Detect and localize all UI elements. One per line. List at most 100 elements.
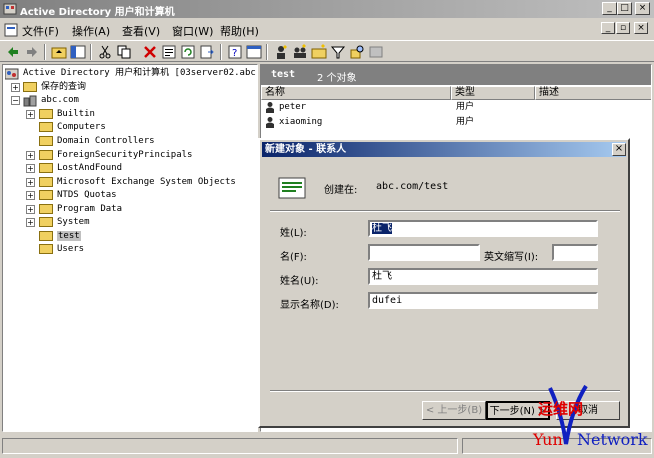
- up-folder-icon[interactable]: [51, 44, 67, 60]
- expand-fsp-icon[interactable]: +: [26, 151, 35, 160]
- forward-icon[interactable]: [24, 44, 40, 60]
- expand-ntds-quotas-icon[interactable]: +: [26, 191, 35, 200]
- tree-item-label: abc.com: [41, 95, 79, 105]
- filter-icon[interactable]: [330, 44, 346, 60]
- refresh-icon[interactable]: [180, 44, 196, 60]
- toolbar: ?: [0, 40, 654, 62]
- tree-root[interactable]: Active Directory 用户和计算机 [03server02.abc: [4, 67, 256, 80]
- svg-text:?: ?: [232, 48, 237, 59]
- expand-program-data-icon[interactable]: +: [26, 205, 35, 214]
- tree-item-label: ForeignSecurityPrincipals: [57, 150, 193, 160]
- tree-item-label: Users: [57, 244, 85, 254]
- menu-file[interactable]: 文件(F): [22, 23, 59, 39]
- copy-icon[interactable]: [116, 44, 132, 60]
- tree-item-foreign-security-principals[interactable]: ForeignSecurityPrincipals: [39, 149, 192, 162]
- menu-help[interactable]: 帮助(H): [220, 23, 259, 39]
- find-icon[interactable]: [349, 44, 365, 60]
- tree-item-label: Domain Controllers: [57, 136, 155, 146]
- back-button[interactable]: < 上一步(B): [422, 401, 486, 420]
- status-panel-main: [2, 438, 458, 454]
- display-name-input[interactable]: dufei: [368, 292, 598, 309]
- collapse-domain-icon[interactable]: −: [11, 96, 20, 105]
- mdi-minimize-button[interactable]: _: [601, 22, 615, 34]
- mdi-close-button[interactable]: ×: [634, 22, 648, 34]
- user-icon: [266, 101, 274, 113]
- window-title-bar[interactable]: Active Directory 用户和计算机 _ □ ×: [0, 0, 654, 18]
- tree-item-exchange-system-objects[interactable]: Microsoft Exchange System Objects: [39, 176, 236, 189]
- folder-icon: [39, 216, 53, 227]
- watermark-yun: Yun: [533, 430, 563, 449]
- show-tree-icon[interactable]: [70, 44, 86, 60]
- expand-lostandfound-icon[interactable]: +: [26, 164, 35, 173]
- tree-item-program-data[interactable]: Program Data: [39, 203, 122, 216]
- tree-item-test[interactable]: test: [39, 230, 81, 243]
- maximize-button[interactable]: □: [617, 2, 632, 15]
- tree-item-label: System: [57, 217, 90, 227]
- export-icon[interactable]: [199, 44, 215, 60]
- folder-icon: [39, 243, 53, 254]
- tree-item-system[interactable]: System: [39, 216, 90, 229]
- column-header-description[interactable]: 描述: [535, 86, 651, 100]
- folder-icon: [23, 81, 37, 92]
- row-type: 用户: [456, 117, 475, 127]
- tree-item-lost-and-found[interactable]: LostAndFound: [39, 162, 122, 175]
- toolbar-separator: [44, 44, 46, 60]
- menu-window[interactable]: 窗口(W): [172, 23, 213, 39]
- mmc-icon[interactable]: [246, 44, 262, 60]
- tree-item-label: NTDS Quotas: [57, 190, 117, 200]
- last-name-label: 姓(L):: [280, 228, 307, 239]
- close-button[interactable]: ×: [635, 2, 650, 15]
- toolbar-separator: [90, 44, 92, 60]
- cut-icon[interactable]: [97, 44, 113, 60]
- back-icon[interactable]: [5, 44, 21, 60]
- tree-item-users[interactable]: Users: [39, 243, 84, 256]
- minimize-button[interactable]: _: [602, 2, 617, 15]
- list-row-xiaoming[interactable]: xiaoming 用户: [264, 115, 644, 129]
- tree-item-domain-controllers[interactable]: Domain Controllers: [39, 135, 155, 148]
- create-in-value: abc.com/test: [376, 181, 449, 192]
- tree-item-saved-queries[interactable]: 保存的查询: [23, 81, 86, 94]
- menu-view[interactable]: 查看(V): [122, 23, 160, 39]
- new-group-icon[interactable]: [292, 44, 308, 60]
- tree-item-ntds-quotas[interactable]: NTDS Quotas: [39, 189, 117, 202]
- details-header: test 2 个对象: [261, 65, 651, 85]
- mdi-restore-button[interactable]: ▫: [616, 22, 630, 34]
- container-name: test: [271, 69, 296, 80]
- folder-icon: [39, 149, 53, 160]
- last-name-input[interactable]: 杜飞: [368, 220, 598, 237]
- tree-item-domain[interactable]: abc.com: [23, 94, 79, 107]
- mmc-doc-icon[interactable]: [4, 23, 18, 37]
- column-header-type[interactable]: 类型: [451, 86, 535, 100]
- tree-item-label: Computers: [57, 122, 106, 132]
- tree-item-label: 保存的查询: [41, 82, 87, 92]
- new-user-icon[interactable]: [273, 44, 289, 60]
- list-row-peter[interactable]: peter 用户: [264, 100, 644, 114]
- expand-system-icon[interactable]: +: [26, 218, 35, 227]
- group-policy-icon[interactable]: [368, 44, 384, 60]
- folder-icon: [39, 189, 53, 200]
- menu-action[interactable]: 操作(A): [72, 23, 110, 39]
- row-name: xiaoming: [279, 117, 323, 127]
- app-icon: [3, 3, 17, 15]
- new-ou-icon[interactable]: [311, 44, 327, 60]
- expand-exchange-icon[interactable]: +: [26, 178, 35, 187]
- expand-builtin-icon[interactable]: +: [26, 110, 35, 119]
- first-name-input[interactable]: [368, 244, 480, 261]
- dialog-title-bar[interactable]: 新建对象 - 联系人: [262, 142, 626, 157]
- watermark-network: Network: [577, 430, 648, 449]
- last-name-value: 杜飞: [372, 223, 392, 234]
- menu-bar: 文件(F) 操作(A) 查看(V) 窗口(W) 帮助(H): [0, 20, 654, 39]
- dialog-close-button[interactable]: ×: [612, 143, 626, 156]
- initials-input[interactable]: [552, 244, 598, 261]
- properties-icon[interactable]: [161, 44, 177, 60]
- tree-item-computers[interactable]: Computers: [39, 121, 106, 134]
- help-icon[interactable]: ?: [227, 44, 243, 60]
- full-name-input[interactable]: 杜飞: [368, 268, 598, 285]
- tree-item-label: Builtin: [57, 109, 95, 119]
- tree-item-builtin[interactable]: Builtin: [39, 108, 95, 121]
- row-name: peter: [279, 102, 307, 112]
- expand-saved-queries-icon[interactable]: +: [11, 83, 20, 92]
- dialog-title: 新建对象 - 联系人: [265, 144, 347, 155]
- column-header-name[interactable]: 名称: [261, 86, 451, 100]
- delete-icon[interactable]: [142, 44, 158, 60]
